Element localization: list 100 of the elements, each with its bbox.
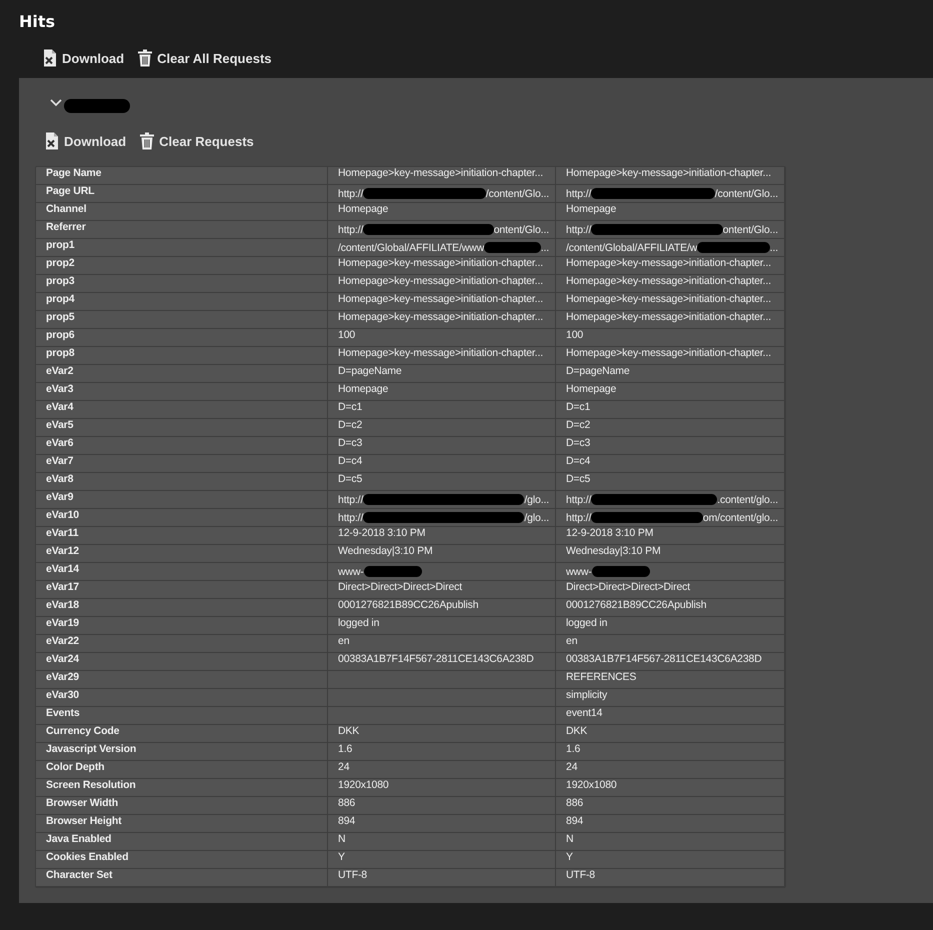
- cell-text: www-: [338, 566, 364, 578]
- table-cell: 894: [556, 815, 785, 833]
- row-label: prop2: [36, 257, 328, 275]
- table-cell: 24: [556, 761, 785, 779]
- table-cell: Direct>Direct>Direct>Direct: [556, 581, 785, 599]
- table-cell: Homepage>key-message>initiation-chapter...: [556, 257, 785, 275]
- row-label: prop5: [36, 311, 328, 329]
- row-label: eVar17: [36, 581, 328, 599]
- table-cell: Homepage>key-message>initiation-chapter...: [556, 311, 785, 329]
- table-cell: Homepage: [328, 383, 556, 401]
- table-cell: Homepage>key-message>initiation-chapter...: [328, 167, 556, 185]
- table-cell: 1.6: [556, 743, 785, 761]
- table-cell: Homepage>key-message>initiation-chapter...: [328, 275, 556, 293]
- table-cell: Homepage: [556, 383, 785, 401]
- row-label: eVar11: [36, 527, 328, 545]
- table-cell: 1920x1080: [328, 779, 556, 797]
- table-cell: Wednesday|3:10 PM: [328, 545, 556, 563]
- table-cell: D=c2: [328, 419, 556, 437]
- table-cell: Homepage: [328, 203, 556, 221]
- table-cell: en: [328, 635, 556, 653]
- page-title: Hits: [19, 12, 56, 32]
- table-cell: D=c3: [328, 437, 556, 455]
- table-cell: D=pageName: [328, 365, 556, 383]
- table-cell: 100: [328, 329, 556, 347]
- cell-text: /content/Global/AFFILIATE/w: [566, 242, 698, 254]
- row-label: Page Name: [36, 167, 328, 185]
- table-cell: 886: [556, 797, 785, 815]
- table-cell: D=c5: [328, 473, 556, 491]
- table-cell: event14: [556, 707, 785, 725]
- trash-icon: [140, 132, 154, 150]
- row-label: eVar9: [36, 491, 328, 509]
- row-label: eVar10: [36, 509, 328, 527]
- table-cell: Homepage>key-message>initiation-chapter...: [556, 347, 785, 365]
- cell-text: om/content/glo...: [702, 512, 778, 524]
- cell-text: http://: [566, 512, 592, 524]
- cell-text: ...: [770, 242, 778, 254]
- table-cell: Homepage>key-message>initiation-chapter...: [328, 347, 556, 365]
- row-label: Cookies Enabled: [36, 851, 328, 869]
- table-cell: 100: [556, 329, 785, 347]
- table-cell: Y: [556, 851, 785, 869]
- row-label: eVar2: [36, 365, 328, 383]
- row-label: Channel: [36, 203, 328, 221]
- table-cell: D=c4: [328, 455, 556, 473]
- table-cell: 00383A1B7F14F567-2811CE143C6A238D: [556, 653, 785, 671]
- cell-text: www-: [566, 566, 592, 578]
- table-cell: 12-9-2018 3:10 PM: [556, 527, 785, 545]
- table-cell: UTF-8: [556, 869, 785, 887]
- row-label: prop3: [36, 275, 328, 293]
- row-label: Page URL: [36, 185, 328, 203]
- table-cell: 24: [328, 761, 556, 779]
- row-label: Browser Height: [36, 815, 328, 833]
- table-cell: D=pageName: [556, 365, 785, 383]
- table-cell: 894: [328, 815, 556, 833]
- cell-text: ontent/Glo...: [494, 224, 549, 236]
- cell-text: /content/Global/AFFILIATE/www: [338, 242, 484, 254]
- table-cell: Homepage>key-message>initiation-chapter...: [328, 257, 556, 275]
- table-cell: Homepage>key-message>initiation-chapter...: [328, 293, 556, 311]
- table-cell: D=c2: [556, 419, 785, 437]
- cell-text: http://: [566, 224, 592, 236]
- row-label: eVar22: [36, 635, 328, 653]
- chevron-down-icon[interactable]: [50, 99, 62, 107]
- row-label: eVar19: [36, 617, 328, 635]
- clear-button[interactable]: Clear Requests: [140, 132, 254, 150]
- table-cell: Homepage: [556, 203, 785, 221]
- table-cell: Homepage>key-message>initiation-chapter...: [556, 167, 785, 185]
- table-cell: Homepage>key-message>initiation-chapter...: [556, 275, 785, 293]
- clear-button[interactable]: Clear All Requests: [138, 49, 272, 67]
- table-cell: D=c5: [556, 473, 785, 491]
- table-cell: D=c3: [556, 437, 785, 455]
- row-label: eVar12: [36, 545, 328, 563]
- row-label: eVar18: [36, 599, 328, 617]
- cell-text: /glo...: [524, 494, 549, 506]
- table-cell: N: [556, 833, 785, 851]
- table-cell: Homepage>key-message>initiation-chapter...: [328, 311, 556, 329]
- row-label: Javascript Version: [36, 743, 328, 761]
- row-label: Events: [36, 707, 328, 725]
- table-cell: 12-9-2018 3:10 PM: [328, 527, 556, 545]
- cell-text: http://: [566, 494, 592, 506]
- redaction-mark: [364, 566, 422, 577]
- table-cell: DKK: [556, 725, 785, 743]
- row-label: eVar6: [36, 437, 328, 455]
- table-cell: D=c1: [556, 401, 785, 419]
- row-label: Currency Code: [36, 725, 328, 743]
- cell-text: /content/Glo...: [714, 188, 778, 200]
- download-button[interactable]: Download: [43, 49, 124, 67]
- redaction-mark: [484, 242, 541, 253]
- row-label: prop8: [36, 347, 328, 365]
- table-cell: 0001276821B89CC26Apublish: [556, 599, 785, 617]
- table-cell: 1920x1080: [556, 779, 785, 797]
- row-label: eVar7: [36, 455, 328, 473]
- row-label: eVar3: [36, 383, 328, 401]
- row-label: eVar24: [36, 653, 328, 671]
- download-button[interactable]: Download: [45, 132, 126, 150]
- table-cell: en: [556, 635, 785, 653]
- table-cell: logged in: [556, 617, 785, 635]
- table-cell: Direct>Direct>Direct>Direct: [328, 581, 556, 599]
- cell-text: http://: [338, 188, 364, 200]
- row-label: prop4: [36, 293, 328, 311]
- table-cell: D=c4: [556, 455, 785, 473]
- table-cell: Wednesday|3:10 PM: [556, 545, 785, 563]
